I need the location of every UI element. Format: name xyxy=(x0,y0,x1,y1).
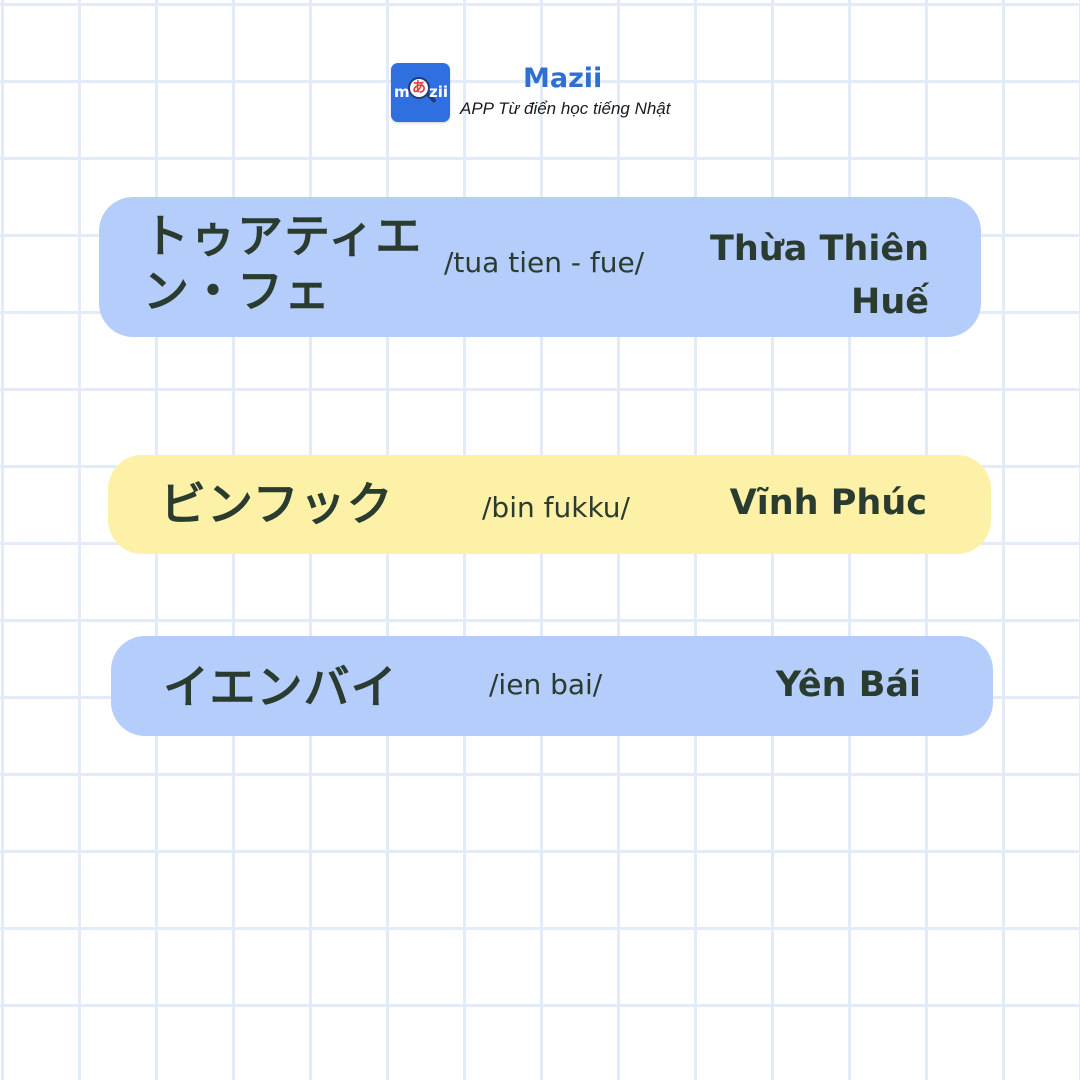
header: m あ zii Mazii APP Từ điển học tiếng Nhật xyxy=(390,62,690,124)
vietnamese-place-name: Thừa Thiên Huế xyxy=(710,229,929,322)
japanese-term: ビンフック xyxy=(160,477,394,531)
vietnamese-place-name: Yên Bái xyxy=(775,665,921,705)
vocab-card-yen-bai: イエンバイ /ien bai/ Yên Bái xyxy=(111,636,993,736)
vocab-card-vinh-phuc: ビンフック /bin fukku/ Vĩnh Phúc xyxy=(108,455,991,554)
japanese-term: イエンバイ xyxy=(163,660,398,714)
romaji-reading: /ien bai/ xyxy=(489,668,603,701)
brand-name: Mazii xyxy=(523,63,603,94)
vocab-card-thua-thien-hue: トゥアティエン・フェ /tua tien - fue/ Thừa Thiên H… xyxy=(99,197,981,337)
romaji-reading: /tua tien - fue/ xyxy=(444,246,645,279)
mazii-logo: m あ zii xyxy=(391,63,450,122)
brand-tagline: APP Từ điển học tiếng Nhật xyxy=(460,99,671,118)
romaji-reading: /bin fukku/ xyxy=(482,491,630,524)
vietnamese-place-name: Vĩnh Phúc xyxy=(729,483,927,523)
logo-letters-zii: zii xyxy=(429,83,449,101)
japanese-term: トゥアティエン・フェ xyxy=(143,209,423,318)
